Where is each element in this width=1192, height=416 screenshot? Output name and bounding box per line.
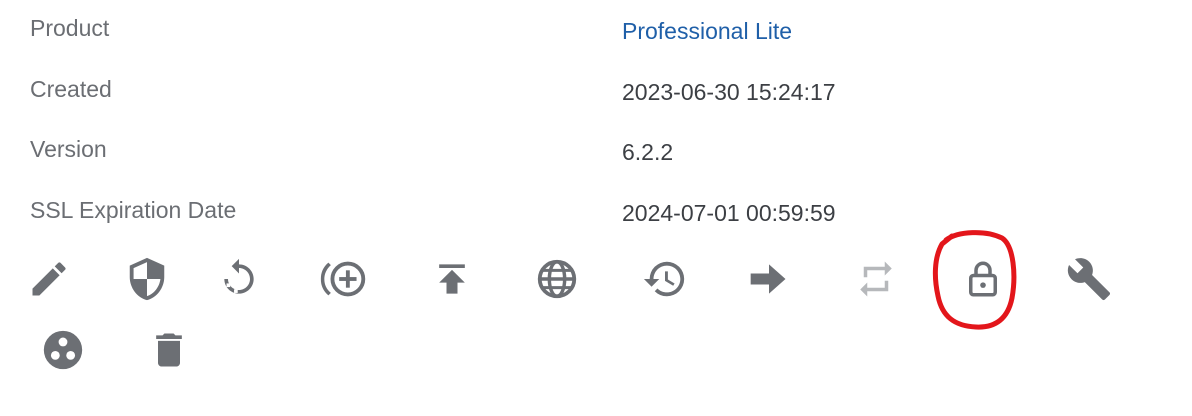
repeat-icon [860,261,892,297]
edit-button[interactable] [21,251,77,307]
sync-button[interactable] [848,251,904,307]
lock-button[interactable] [955,251,1011,307]
clients-button[interactable] [35,322,91,378]
version-row: Version 6.2.2 [0,138,1192,178]
add-button[interactable] [316,251,372,307]
ssl-expiration-row: SSL Expiration Date 2024-07-01 00:59:59 [0,199,1192,239]
settings-button[interactable] [1061,251,1117,307]
globe-icon [537,259,577,299]
pencil-icon [32,262,66,296]
upload-button[interactable] [424,251,480,307]
restart-button[interactable] [211,251,267,307]
shield-icon [129,257,165,301]
product-label: Product [30,15,110,41]
ssl-expiration-value: 2024-07-01 00:59:59 [622,200,836,226]
group-icon [43,330,83,370]
wrench-icon [1067,258,1111,301]
history-button[interactable] [637,251,693,307]
add-circle-icon [320,261,366,297]
arrow-right-icon [750,264,786,294]
security-button[interactable] [119,251,175,307]
ssl-expiration-label: SSL Expiration Date [30,197,237,223]
lock-icon [969,261,997,297]
product-row: Product Professional Lite [0,17,1192,57]
created-label: Created [30,76,112,102]
history-icon [643,261,685,297]
trash-icon [156,333,182,367]
forward-button[interactable] [741,251,797,307]
upload-icon [439,264,465,294]
version-label: Version [30,136,107,162]
domain-button[interactable] [529,251,585,307]
created-row: Created 2023-06-30 15:24:17 [0,78,1192,118]
version-value: 6.2.2 [622,139,674,165]
product-value-link[interactable]: Professional Lite [622,20,792,43]
created-value: 2023-06-30 15:24:17 [622,79,836,105]
restart-icon [224,258,254,294]
delete-button[interactable] [141,322,197,378]
